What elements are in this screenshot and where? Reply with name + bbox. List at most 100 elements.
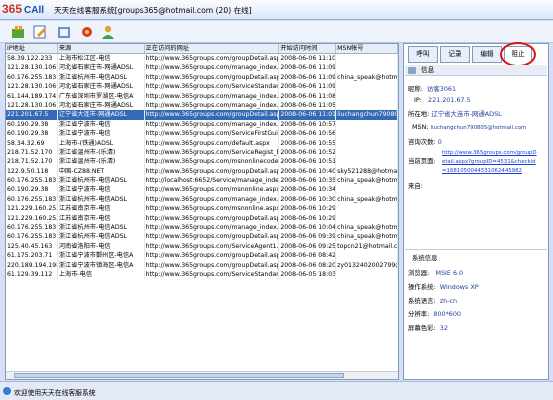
cell-start-time: 2008-06-06 08:42:01: [280, 251, 337, 261]
highlight-circle: [500, 42, 536, 67]
cell-start-time: 2008-06-06 11:08:12: [280, 91, 337, 101]
current-page-link-2[interactable]: etail.aspx?groupID=4531&checkid: [442, 159, 536, 165]
table-row[interactable]: 60.190.29.38 浙江省宁波市-电信 http://www.365group…: [6, 185, 398, 195]
resolution-label: 分辨率:: [408, 310, 430, 318]
cell-source: 浙江省杭州市-电信ADSL: [58, 223, 145, 233]
from-label: 来自:: [408, 182, 423, 190]
color-depth-value: 32: [439, 324, 448, 332]
table-row[interactable]: 60.190.29.38 浙江省宁波市-电信 http://www.365group…: [6, 119, 398, 130]
table-row[interactable]: 121.28.130.106 河北省石家庄市-网通ADSL http://www.3…: [6, 63, 398, 73]
cell-ip: 61.144.189.174: [7, 91, 58, 101]
cell-url: http://www.365groups.com/manage_index.as…: [145, 63, 280, 73]
cell-source: 河北省石家庄市-网通ADSL: [58, 63, 145, 73]
cell-source: 浙江省宁波市-电信: [58, 119, 145, 130]
table-row[interactable]: 122.9.50.118 中国-CZ88.NET http://www.365gro…: [6, 166, 398, 177]
table-row[interactable]: 60.176.255.183 浙江省杭州市-电信ADSL http://www.36…: [6, 194, 398, 205]
cell-url: http://www.365groups.com/ServiceRegist_b…: [145, 147, 280, 158]
cell-start-time: 2008-06-06 11:05:17: [280, 100, 337, 111]
table-row[interactable]: 61.129.39.112 上海市-电信 http://www.365groups.…: [6, 269, 398, 280]
cell-start-time: 2008-06-06 11:09:26: [280, 63, 337, 73]
cell-msn: topcn21@hotmail.com: [337, 241, 398, 252]
table-row[interactable]: 60.176.255.183 浙江省杭州市-电信ADSL http://www.36…: [6, 72, 398, 83]
cell-ip: 121.28.130.106: [7, 100, 58, 111]
cell-msn: zy0132402002799@: [337, 260, 399, 270]
cell-ip: 121.28.130.106: [7, 82, 58, 92]
cell-ip: 220.189.194.198: [7, 260, 58, 270]
table-row[interactable]: 58.39.122.233 上海市松江区-电信 http://www.365grou…: [6, 54, 398, 64]
app-logo: 365 CAll: [2, 2, 44, 16]
edit-icon[interactable]: [32, 24, 48, 40]
table-row[interactable]: 60.176.255.183 浙江省杭州市-电信ADSL http://www.36…: [6, 232, 398, 242]
svg-text:365: 365: [2, 2, 22, 16]
language-value: zh-cn: [439, 297, 458, 305]
cell-url: http://www.365groups.com/groupDetail.asp…: [145, 110, 280, 120]
settings-icon[interactable]: [79, 24, 95, 40]
cell-source: 辽宁省大连市-网通ADSL: [58, 110, 145, 120]
cell-ip: 60.176.255.183: [7, 176, 58, 186]
nickname-value: 访客3061: [427, 85, 457, 93]
cell-source: 河北省石家庄市-网通ADSL: [58, 100, 145, 111]
cell-ip: 218.71.52.170: [6, 147, 58, 158]
user-icon[interactable]: [100, 24, 116, 40]
table-row[interactable]: 221.201.67.5 辽宁省大连市-网通ADSL http://www.365g…: [6, 110, 398, 120]
table-row[interactable]: 218.71.52.170 浙江省温州市-(乐清) http://www.365gr…: [6, 147, 398, 158]
cell-msn: [336, 138, 398, 148]
os-label: 操作系统:: [408, 283, 436, 291]
cell-source: 浙江省宁波市-电信: [58, 185, 145, 195]
cell-start-time: 2008-06-06 11:10:05: [280, 54, 337, 64]
cell-start-time: 2008-06-06 09:25:19: [280, 241, 337, 252]
column-header-msn[interactable]: MSN帐号: [336, 44, 398, 53]
scrollbar-thumb[interactable]: [14, 373, 344, 378]
visitor-table[interactable]: IP地址 来源 正在访问的网址 开始访问时间 MSN帐号 58.39.122.2…: [5, 43, 399, 380]
cell-msn: [336, 91, 398, 101]
table-row[interactable]: 220.189.194.198 浙江省宁波市镇海区-电信A http://www.3…: [6, 260, 399, 270]
color-depth-row: 屏幕色彩: 32: [408, 323, 448, 332]
table-row[interactable]: 125.40.45.163 河南省洛阳市-电信 http://www.365grou…: [6, 241, 398, 252]
cell-msn: china_speak@hotm: [337, 223, 398, 233]
divider: [405, 249, 547, 250]
table-row[interactable]: 61.175.203.71 浙江省宁波市鄞州区-电信A http://www.365…: [6, 251, 398, 261]
call-tab[interactable]: 呼叫: [408, 46, 438, 63]
resolution-row: 分辨率: 800*600: [408, 309, 461, 318]
msn-value: liuchangchun790805@hotmail.com: [430, 125, 527, 131]
column-header-url[interactable]: 正在访问的网址: [145, 44, 280, 53]
table-row[interactable]: 121.28.130.106 河北省石家庄市-网通ADSL http://www.3…: [6, 100, 398, 111]
folder-icon[interactable]: [56, 24, 72, 40]
column-header-source[interactable]: 来源: [58, 44, 145, 53]
cell-ip: 121.229.160.253: [7, 204, 58, 214]
table-row[interactable]: 121.229.160.253 江苏省南京市-电信 http://www.365gr…: [6, 213, 398, 224]
resolution-value: 800*600: [433, 310, 461, 318]
msn-label: MSN:: [412, 123, 429, 131]
column-header-ip[interactable]: IP地址: [6, 44, 58, 53]
cell-source: 江苏省南京市-电信: [58, 204, 145, 214]
edit-tab[interactable]: 编辑: [472, 46, 502, 63]
current-page-link-3[interactable]: =1681050044531062445982: [442, 168, 522, 174]
table-row[interactable]: 60.176.255.183 浙江省杭州市-电信ADSL http://localh…: [6, 176, 398, 186]
cell-ip: 61.175.203.71: [6, 251, 58, 261]
table-row[interactable]: 58.34.32.69 上海市-(铁通)ADSL http://www.365gro…: [6, 138, 398, 148]
horizontal-scrollbar[interactable]: [6, 371, 398, 379]
table-row[interactable]: 218.71.52.170 浙江省温州市-(乐清) http://www.365gr…: [6, 157, 398, 167]
info-title: 信息: [421, 66, 435, 74]
cell-ip: 61.129.39.112: [6, 269, 58, 280]
current-page-link-1[interactable]: http://www.365groups.com/groupD: [442, 150, 537, 156]
cell-source: 江苏省南京市-电信: [58, 213, 145, 224]
browser-row: 浏览器: MSIE 6.0: [408, 268, 463, 277]
cell-url: http://www.365groups.com/manage_index.as…: [145, 119, 280, 130]
status-text: 欢迎使用天天在线客服系统: [14, 389, 96, 397]
status-bar: 欢迎使用天天在线客服系统: [0, 381, 553, 400]
table-row[interactable]: 121.229.160.253 江苏省南京市-电信 http://www.365gr…: [6, 204, 398, 214]
cell-msn: [336, 119, 398, 130]
column-header-start-time[interactable]: 开始访问时间: [279, 44, 337, 53]
cell-source: 浙江省杭州市-电信ADSL: [58, 232, 145, 242]
table-row[interactable]: 60.190.29.38 浙江省宁波市-电信 http://www.365group…: [6, 129, 398, 139]
svg-text:CAll: CAll: [24, 5, 44, 16]
cell-start-time: 2008-06-06 10:34:23: [280, 185, 337, 195]
cell-source: 浙江省宁波市鄞州区-电信A: [58, 251, 145, 261]
plugin-icon[interactable]: [10, 24, 26, 40]
table-row[interactable]: 121.28.130.106 河北省石家庄市-网通ADSL http://www.3…: [6, 82, 398, 92]
record-tab[interactable]: 记录: [440, 46, 470, 63]
cell-start-time: 2008-06-06 11:09:12: [280, 82, 337, 92]
table-row[interactable]: 60.176.255.183 浙江省杭州市-电信ADSL http://www.36…: [6, 223, 398, 233]
table-row[interactable]: 61.144.189.174 广东省深圳市罗湖区-电信A http://www.36…: [6, 91, 398, 101]
